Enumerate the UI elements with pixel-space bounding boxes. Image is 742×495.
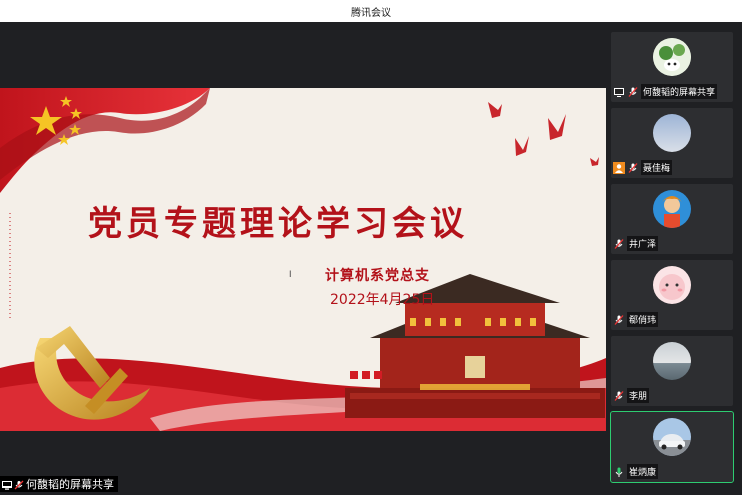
participant-label: 李朋 bbox=[613, 388, 650, 403]
participant-tile[interactable]: 郗俏玮 bbox=[611, 260, 733, 330]
participant-name: 崔炳康 bbox=[627, 464, 659, 479]
text-cursor-icon: I bbox=[289, 269, 292, 279]
mic-muted-icon bbox=[613, 314, 625, 326]
avatar bbox=[653, 342, 691, 380]
participant-tile[interactable]: 何馥韬的屏幕共享 bbox=[611, 32, 733, 102]
screen-share-icon bbox=[613, 86, 625, 98]
participant-name: 李朋 bbox=[627, 388, 650, 403]
participant-name: 何馥韬的屏幕共享 bbox=[641, 84, 718, 99]
participant-tile[interactable]: 井广泽 bbox=[611, 184, 733, 254]
participant-name: 郗俏玮 bbox=[627, 312, 659, 327]
avatar bbox=[653, 190, 691, 228]
participant-list: 何馥韬的屏幕共享 聂佳梅 井广泽 郗俏玮 李朋 崔炳康 bbox=[606, 22, 742, 495]
avatar bbox=[653, 266, 691, 304]
participant-tile[interactable]: 李朋 bbox=[611, 336, 733, 406]
slide-background bbox=[0, 88, 606, 431]
slide-title: 党员专题理论学习会议 bbox=[88, 204, 468, 244]
slide-date: 2022年4月25日 bbox=[330, 292, 435, 308]
screen-share-icon bbox=[2, 480, 12, 490]
shared-slide: 党员专题理论学习会议 计算机系党总支 2022年4月25日 I bbox=[0, 88, 606, 431]
avatar bbox=[653, 114, 691, 152]
title-bar: 腾讯会议 bbox=[0, 0, 742, 22]
mic-muted-icon bbox=[627, 162, 639, 174]
participant-label: 何馥韬的屏幕共享 bbox=[613, 84, 718, 99]
participant-tile[interactable]: 崔炳康 bbox=[610, 411, 734, 483]
participant-name: 井广泽 bbox=[627, 236, 659, 251]
participant-label: 崔炳康 bbox=[613, 464, 659, 479]
mic-muted-icon bbox=[613, 390, 625, 402]
participant-name: 聂佳梅 bbox=[641, 160, 673, 175]
participant-label: 郗俏玮 bbox=[613, 312, 659, 327]
shared-screen-area: 党员专题理论学习会议 计算机系党总支 2022年4月25日 I bbox=[0, 22, 606, 495]
slide-organization: 计算机系党总支 bbox=[325, 268, 430, 284]
participant-label: 聂佳梅 bbox=[613, 160, 673, 175]
mic-on-icon bbox=[613, 466, 625, 478]
participant-tile[interactable]: 聂佳梅 bbox=[611, 108, 733, 178]
participant-label: 井广泽 bbox=[613, 236, 659, 251]
mic-muted-icon bbox=[613, 238, 625, 250]
screen-share-text: 何馥韬的屏幕共享 bbox=[26, 478, 114, 491]
avatar bbox=[653, 418, 691, 456]
mic-muted-icon bbox=[627, 86, 639, 98]
screen-share-label: 何馥韬的屏幕共享 bbox=[0, 476, 118, 492]
mic-muted-icon bbox=[14, 480, 24, 489]
host-user-icon bbox=[613, 161, 625, 174]
window-title: 腾讯会议 bbox=[351, 8, 391, 19]
avatar bbox=[653, 38, 691, 76]
